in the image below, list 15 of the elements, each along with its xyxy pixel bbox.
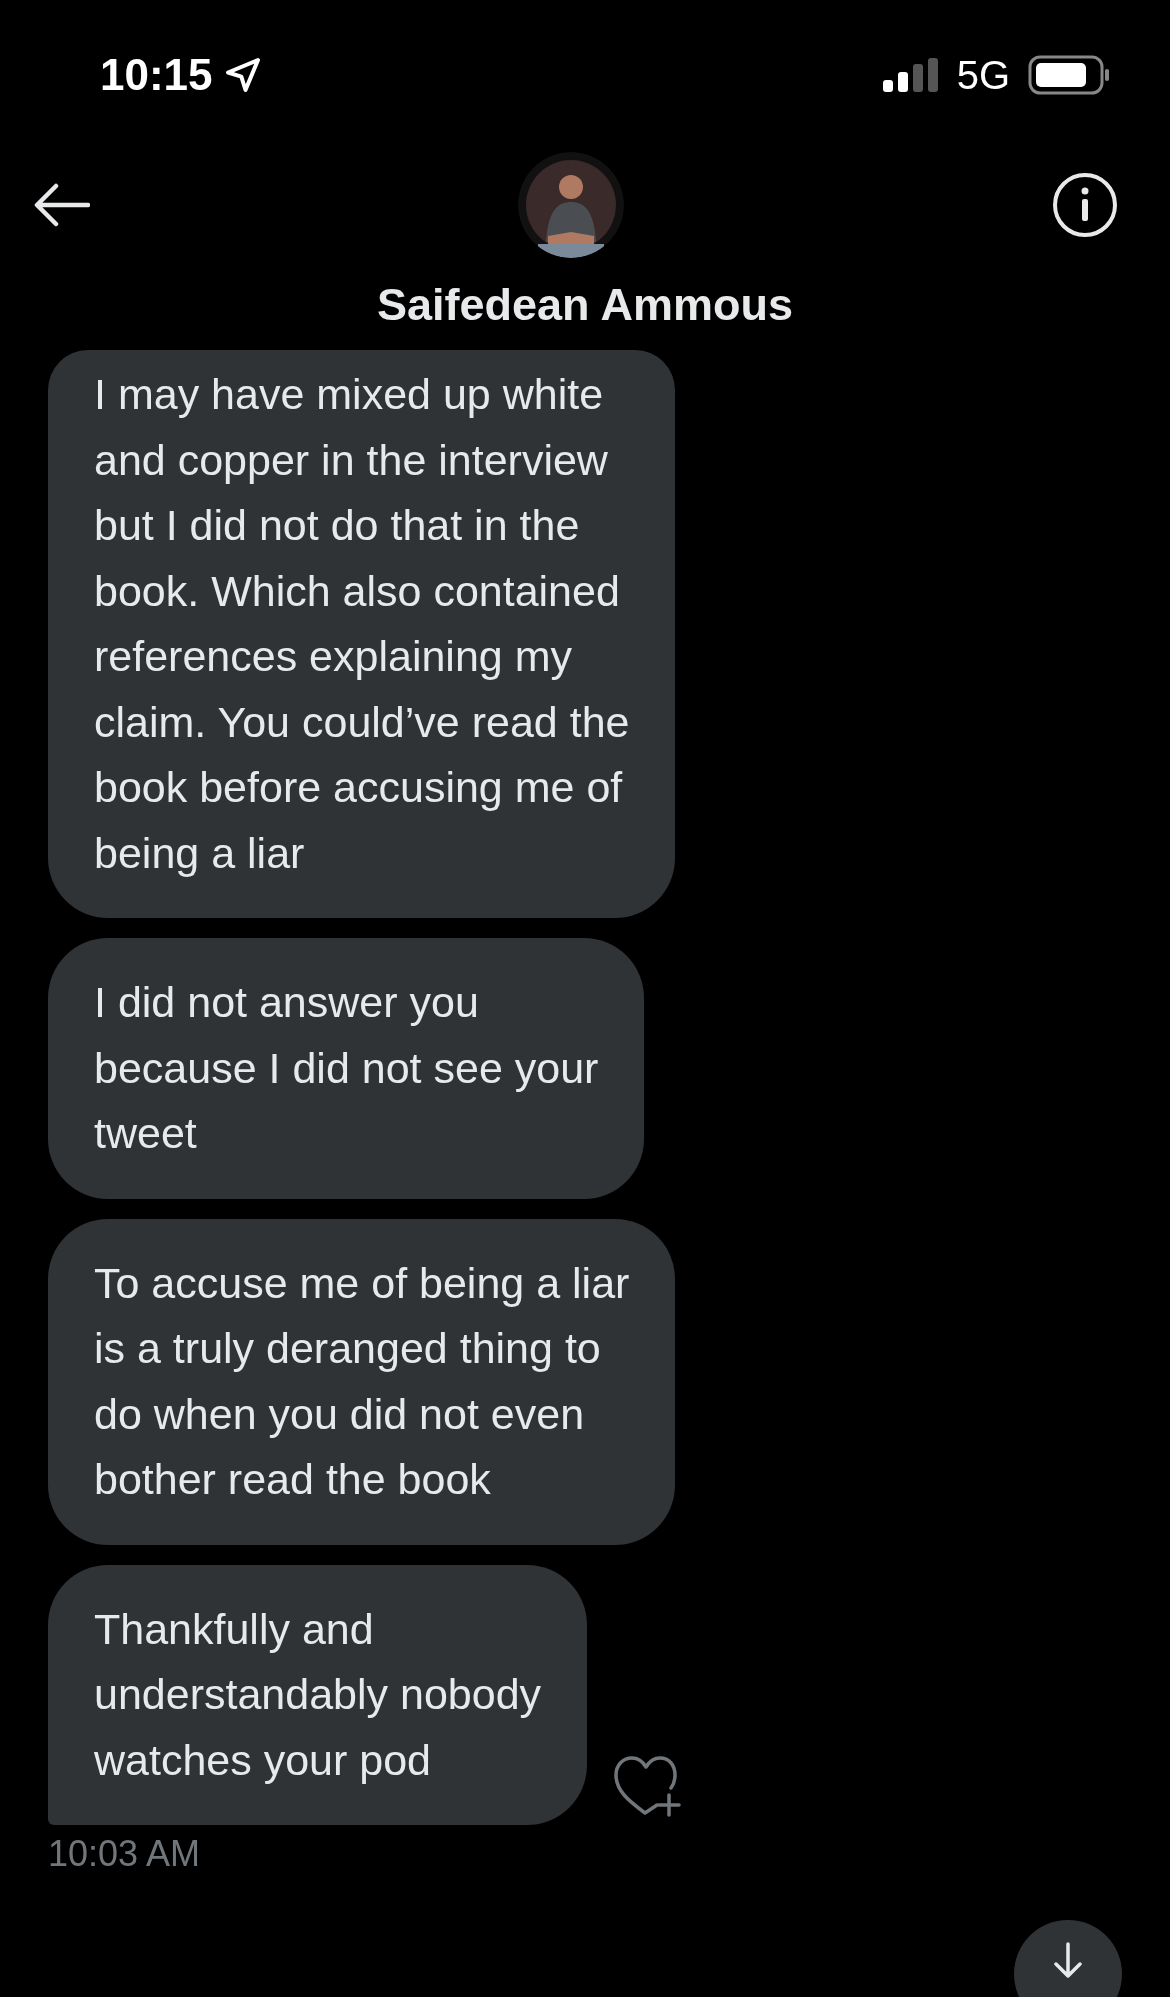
contact-name[interactable]: Saifedean Ammous — [377, 279, 793, 331]
down-arrow-icon — [1053, 1942, 1083, 1978]
message-bubble: I may have mixed up white and copper in the interview but I did not do that in the book. Which also contained references explaining my claim. You could’ve read the book before accusing me of being a liar — [48, 350, 676, 918]
scroll-down-button[interactable] — [1014, 1920, 1122, 1997]
message-bubble: Thankfully and understandably nobody watches your pod — [48, 1564, 588, 1825]
signal-icon — [882, 58, 939, 92]
message-bubble: I did not answer you because I did not see your tweet — [48, 938, 645, 1199]
back-arrow-icon[interactable] — [34, 183, 90, 227]
status-time: 10:15 — [100, 50, 213, 100]
info-icon[interactable] — [1052, 172, 1118, 238]
message-bubble: To accuse me of being a liar is a truly deranged thing to do when you did not even bother read the book — [48, 1218, 676, 1545]
network-label: 5G — [956, 52, 1010, 98]
add-reaction-icon[interactable] — [613, 1755, 684, 1817]
message-timestamp: 10:03 AM — [48, 1833, 201, 1875]
battery-icon — [1028, 55, 1110, 95]
